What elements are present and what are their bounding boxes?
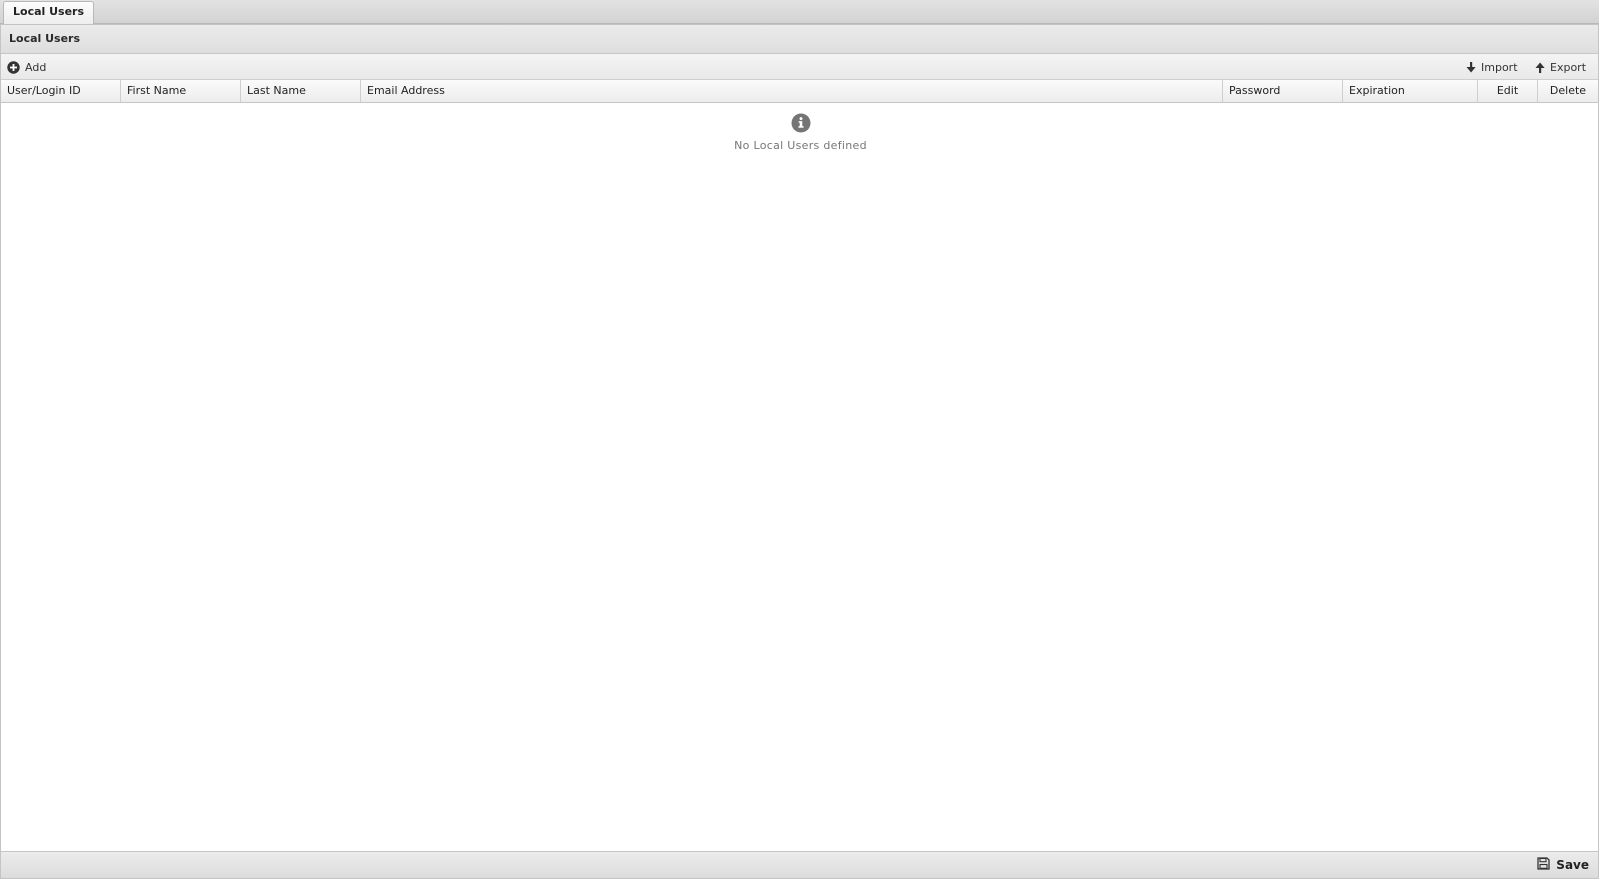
export-button[interactable]: Export bbox=[1535, 54, 1586, 80]
floppy-disk-icon bbox=[1537, 857, 1550, 873]
footer: Save bbox=[1, 851, 1598, 878]
import-button[interactable]: Import bbox=[1466, 54, 1518, 80]
export-button-label: Export bbox=[1550, 60, 1587, 74]
arrow-up-icon bbox=[1535, 62, 1545, 73]
column-header-expiration[interactable]: Expiration bbox=[1343, 80, 1478, 102]
tab-label: Local Users bbox=[13, 5, 85, 18]
import-button-label: Import bbox=[1481, 60, 1518, 74]
add-button-label: Add bbox=[25, 60, 47, 74]
panel-title: Local Users bbox=[1, 25, 1598, 54]
toolbar: Add Import Export bbox=[1, 54, 1598, 80]
column-header-email-address[interactable]: Email Address bbox=[361, 80, 1223, 102]
arrow-down-icon bbox=[1466, 61, 1476, 73]
plus-circle-icon bbox=[7, 60, 20, 74]
save-button-label: Save bbox=[1556, 858, 1589, 872]
column-header-first-name[interactable]: First Name bbox=[121, 80, 241, 102]
column-header-last-name[interactable]: Last Name bbox=[241, 80, 361, 102]
column-header-edit[interactable]: Edit bbox=[1478, 80, 1538, 102]
tab-strip: Local Users bbox=[0, 0, 1599, 24]
empty-state: No Local Users defined bbox=[1, 113, 1599, 152]
column-header-delete[interactable]: Delete bbox=[1538, 80, 1598, 102]
tab-local-users[interactable]: Local Users bbox=[3, 1, 95, 24]
add-button[interactable]: Add bbox=[7, 54, 46, 80]
column-header-password[interactable]: Password bbox=[1223, 80, 1343, 102]
save-button[interactable]: Save bbox=[1537, 852, 1589, 878]
info-icon bbox=[791, 113, 811, 133]
column-header-user-login-id[interactable]: User/Login ID bbox=[1, 80, 121, 102]
grid-header: User/Login ID First Name Last Name Email… bbox=[1, 80, 1598, 103]
local-users-panel: Local Users Add Import Export User/Login… bbox=[0, 24, 1599, 879]
empty-message: No Local Users defined bbox=[734, 139, 867, 152]
